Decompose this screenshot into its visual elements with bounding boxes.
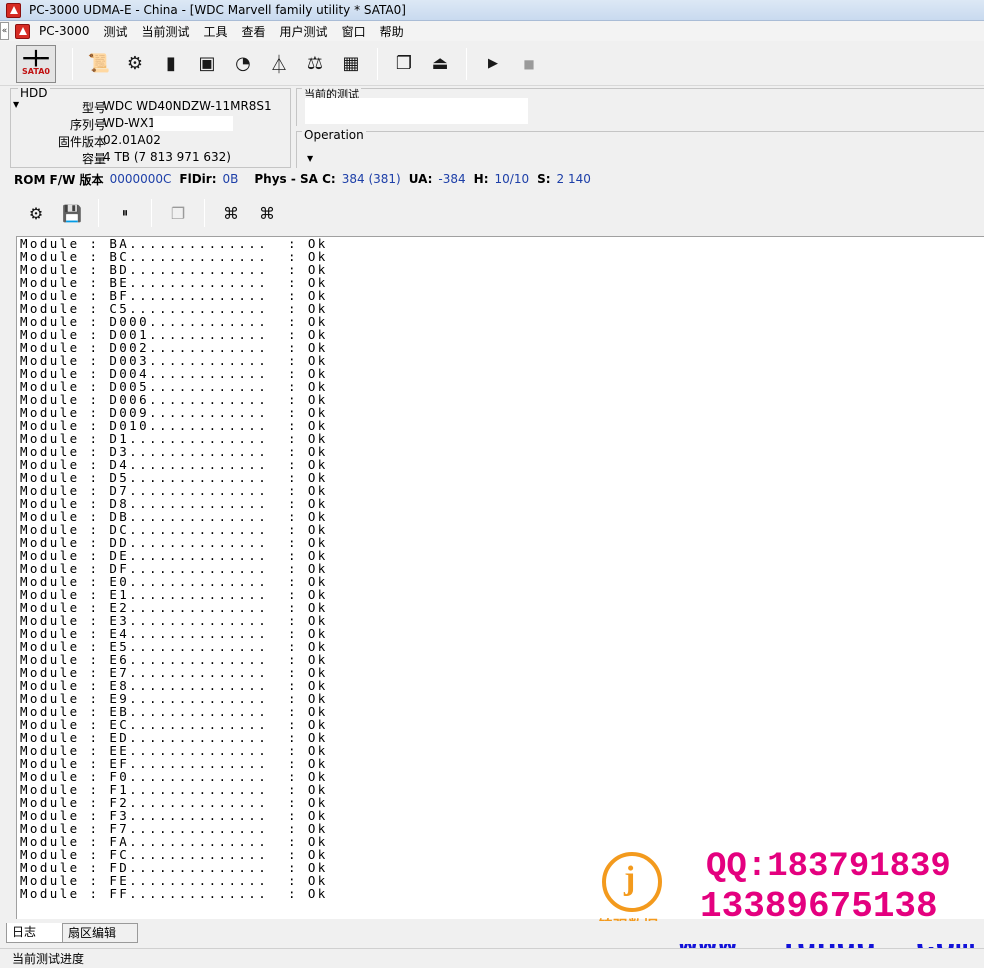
save-icon[interactable]: 💾 — [58, 199, 86, 227]
hdd-serial-row: 序列号 WD-WX1 S — [10, 116, 290, 133]
hdd-capacity-row: 容量 4 TB (7 813 971 632) — [10, 150, 290, 167]
menu-pc3000[interactable]: PC-3000 — [32, 24, 96, 38]
gear-icon[interactable]: ⚙ — [121, 50, 149, 78]
hdd-firmware-row: 固件版本 02.01A02 — [10, 133, 290, 150]
menu-window[interactable]: 窗口 — [335, 23, 373, 40]
logo-letter: j — [624, 860, 636, 897]
left-panel-strip — [0, 236, 9, 919]
title-bar: PC-3000 UDMA-E - China - [WDC Marvell fa… — [0, 0, 984, 21]
status-bar: 当前测试进度 — [0, 948, 984, 968]
stop-icon[interactable]: ■ — [515, 50, 543, 78]
menu-help[interactable]: 帮助 — [373, 23, 411, 40]
drive-status-line: ROM F/W 版本 0000000C FlDir: 0B Phys - SA … — [14, 171, 599, 187]
s-value: 2 140 — [556, 172, 591, 186]
chip-icon[interactable]: ▮ — [157, 50, 185, 78]
phys-value: 384 (381) — [341, 172, 401, 186]
rom-value: 0000000C — [109, 172, 172, 186]
exit-icon[interactable]: ⏏ — [426, 50, 454, 78]
menu-test[interactable]: 测试 — [96, 23, 134, 40]
hdd-legend: HDD — [18, 86, 50, 100]
fldir-value: 0B — [222, 172, 239, 186]
menu-view[interactable]: 查看 — [235, 23, 273, 40]
hdd-capacity-value: 4 TB (7 813 971 632) — [103, 150, 231, 164]
log-output[interactable]: Module : BA.............. : Ok Module : B… — [16, 236, 984, 919]
hdd-firmware-label: 固件版本 — [57, 135, 106, 149]
hdd-model-row: 型号 WDC WD40NDZW-11MR8S1 — [10, 99, 290, 116]
menu-current-test[interactable]: 当前测试 — [135, 23, 197, 40]
toolbar-separator — [98, 199, 99, 227]
sata0-port-button[interactable]: ━╋━ SATA0 — [16, 44, 56, 83]
toolbar-separator — [466, 47, 467, 80]
redaction-box — [153, 116, 233, 131]
brand-logo: j — [602, 852, 662, 912]
phys-label: Phys - SA C: — [254, 172, 336, 186]
hdd-firmware-value: 02.01A02 — [103, 133, 161, 147]
toolbar-separator — [151, 199, 152, 227]
main-toolbar: ━╋━ SATA0 📜 ⚙ ▮ ▣ ◔ ⏃ ⚖ ▦ ❐ ⏏ ▶ ■ — [0, 42, 984, 86]
rom-label: ROM F/W 版本 — [14, 172, 104, 187]
tab-sector-editor[interactable]: 扇区编辑 — [62, 923, 138, 943]
bottom-tabs: 日志 扇区编辑 — [0, 921, 984, 944]
fldir-label: FlDir: — [179, 172, 217, 186]
toolbar-separator — [204, 199, 205, 227]
play-icon[interactable]: ▶ — [479, 50, 507, 78]
heads-value: 10/10 — [494, 172, 530, 186]
menu-user-test[interactable]: 用户测试 — [273, 23, 335, 40]
heads-label: H: — [473, 172, 489, 186]
log-toolbar: ⚙ 💾 ⏸ ❐ ⌘ ⌘ — [0, 193, 984, 233]
watermark-qq: QQ:183791839 — [706, 848, 951, 886]
grid-icon[interactable]: ▦ — [337, 50, 365, 78]
ua-label: UA: — [408, 172, 433, 186]
binoculars-icon[interactable]: ⌘ — [217, 199, 245, 227]
menu-bar: « PC-3000 测试 当前测试 工具 查看 用户测试 窗口 帮助 — [0, 21, 984, 41]
operation-dropdown-icon[interactable]: ▼ — [307, 154, 313, 163]
flask-icon[interactable]: ⏃ — [265, 50, 293, 78]
pause-icon[interactable]: ⏸ — [111, 199, 139, 227]
tab-log[interactable]: 日志 — [6, 923, 64, 943]
sata-port-label: SATA0 — [22, 67, 50, 76]
collapse-panel-button[interactable]: « — [0, 22, 9, 40]
copy-icon[interactable]: ❐ — [164, 199, 192, 227]
operation-panel — [296, 131, 984, 168]
settings-icon[interactable]: ⚙ — [22, 199, 50, 227]
balance-icon[interactable]: ⚖ — [301, 50, 329, 78]
current-test-field — [305, 98, 528, 124]
document-icon[interactable]: 📜 — [85, 50, 113, 78]
find-next-icon[interactable]: ⌘ — [253, 199, 281, 227]
port-connector-icon: ━╋━ — [23, 51, 49, 67]
board-icon[interactable]: ▣ — [193, 50, 221, 78]
operation-label: Operation — [302, 128, 366, 142]
window-title: PC-3000 UDMA-E - China - [WDC Marvell fa… — [29, 3, 406, 17]
s-label: S: — [537, 172, 551, 186]
toolbar-separator — [72, 47, 73, 80]
app-menu-icon[interactable] — [15, 23, 30, 39]
windows-icon[interactable]: ❐ — [390, 50, 418, 78]
ua-value: -384 — [438, 172, 466, 186]
toolbar-separator — [377, 47, 378, 80]
hdd-serial-label: 序列号 — [69, 118, 106, 132]
hdd-model-value: WDC WD40NDZW-11MR8S1 — [103, 99, 272, 113]
menu-tools[interactable]: 工具 — [197, 23, 235, 40]
app-logo-icon — [6, 2, 21, 18]
drive-icon[interactable]: ◔ — [229, 50, 257, 78]
